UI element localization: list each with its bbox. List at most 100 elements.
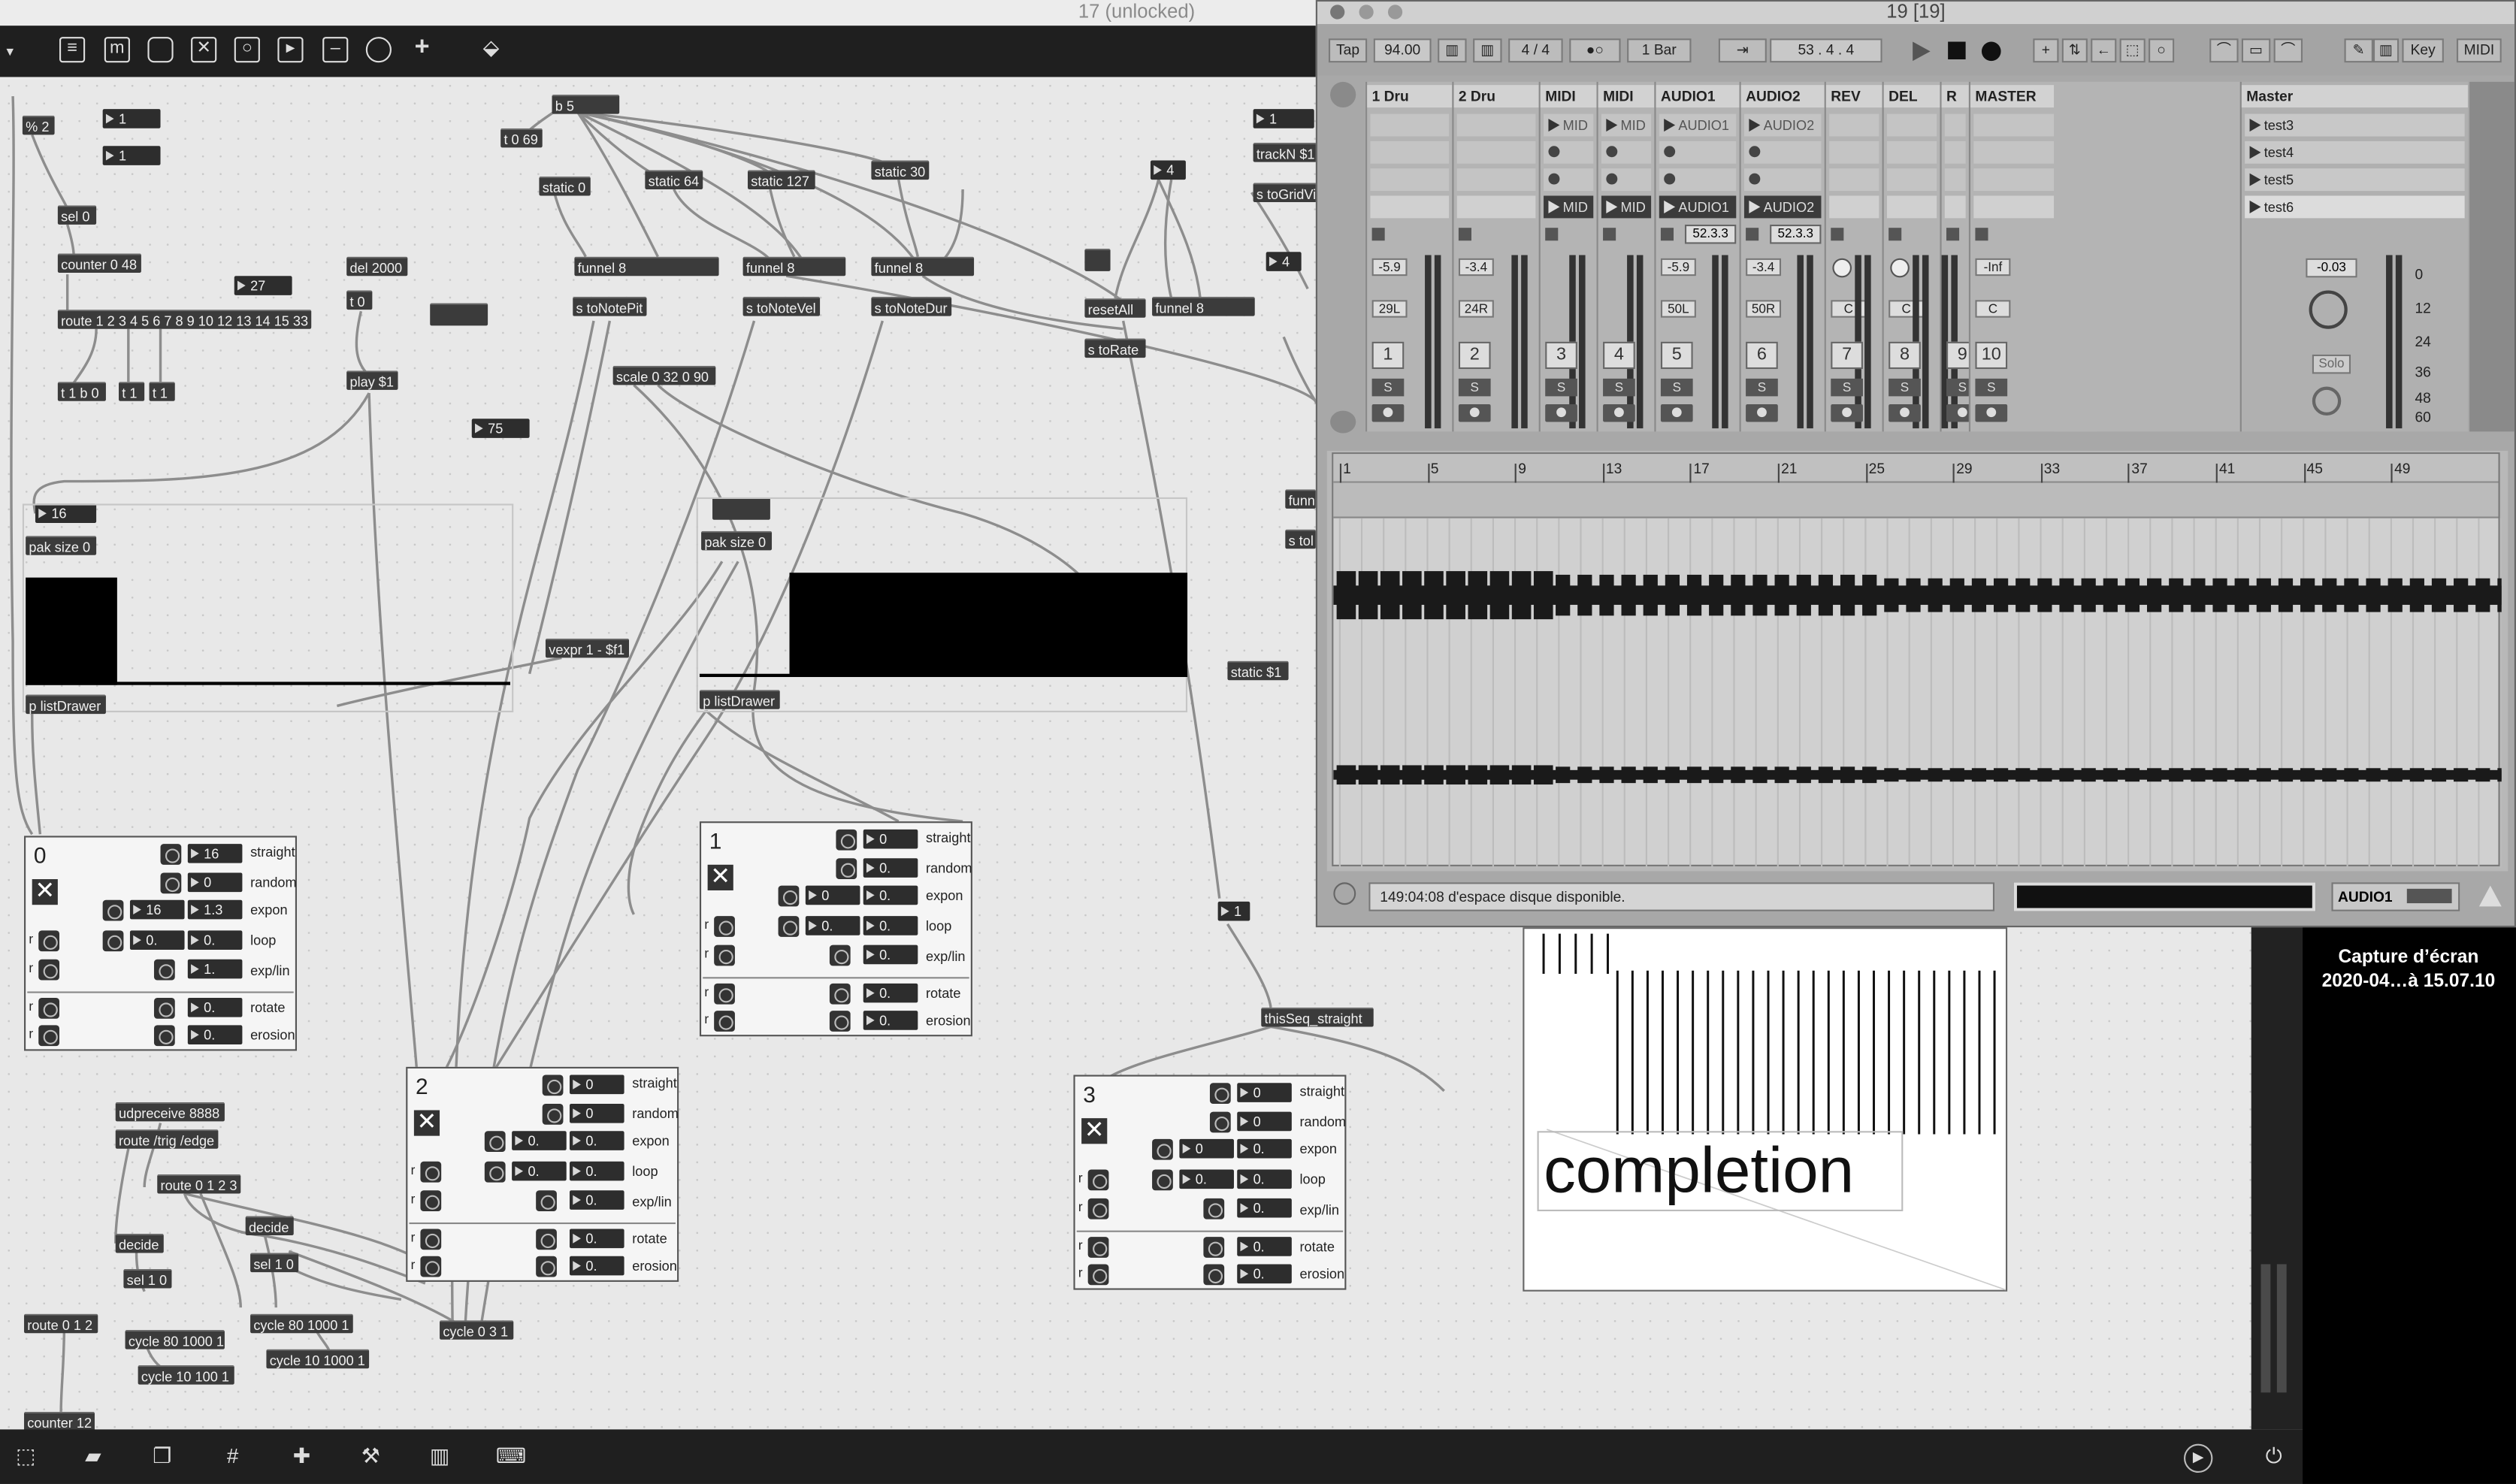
master-pan-knob[interactable] [2309,290,2348,329]
scene-launch[interactable]: test4 [2245,141,2465,164]
toggle[interactable] [1203,1264,1225,1286]
number-box[interactable]: 0. [1237,1198,1292,1218]
quantize-dropdown[interactable]: 1 Bar [1627,38,1692,63]
number-box[interactable]: 0 [1179,1138,1234,1159]
toggle[interactable] [38,959,60,981]
toggle[interactable] [536,1190,557,1212]
pan-field[interactable]: C [1975,300,2011,318]
number-box[interactable]: 0. [863,885,918,905]
arm-button[interactable] [1603,404,1635,422]
listdrawer-object[interactable]: p listDrawer [26,694,106,715]
pan-field[interactable]: 50R [1746,300,1782,318]
number-box[interactable]: 0 [805,885,860,905]
windows-icon[interactable]: ❐ [150,1444,175,1468]
toggle[interactable] [102,899,124,921]
toggle[interactable] [420,1256,442,1277]
funnel-object[interactable]: funnel 8 [871,256,975,277]
toggle[interactable] [420,1229,442,1250]
clip-slot[interactable] [1944,195,1966,219]
clip-slot[interactable] [1659,168,1737,192]
clip-slot[interactable] [1886,141,1937,164]
close-icon[interactable]: ✕ [707,865,733,890]
static-object[interactable]: static 0 [539,176,591,196]
toggle[interactable] [420,1161,442,1183]
solo-button[interactable]: S [1746,378,1778,397]
key-map-button[interactable]: Key [2402,38,2444,63]
loop-punch-in-icon[interactable]: ⌒ [2209,38,2239,63]
master-volume-field[interactable]: -0.03 [2306,258,2357,278]
stop-clip-icon[interactable] [1458,228,1471,241]
toggle[interactable] [160,872,182,894]
number-box[interactable]: 1 [1253,109,1314,128]
arm-button[interactable] [1831,404,1863,422]
toggle[interactable] [542,1074,564,1096]
toggle[interactable] [38,1025,60,1047]
power-icon[interactable]: ⏻ [2260,1444,2286,1468]
decide-object[interactable]: decide [115,1233,164,1253]
number-box[interactable]: 0. [569,1190,624,1210]
track-header[interactable]: 1 Dru [1367,85,1453,108]
clip-slot-playing[interactable]: AUDIO2 [1743,195,1822,219]
track-activator[interactable]: 2 [1458,341,1491,370]
trigger-object[interactable]: t 1 [149,382,175,401]
toggle[interactable] [153,998,175,1019]
clip-slot[interactable] [1743,141,1822,164]
number-box[interactable]: 0. [569,1161,624,1181]
number-box[interactable]: 75 [471,419,530,438]
position-field[interactable]: 53 . 4 . 4 [1770,38,1882,63]
button-object[interactable] [430,303,488,326]
preview-knob[interactable] [2312,386,2342,416]
track-header[interactable]: MIDI [1598,85,1655,108]
static-object[interactable]: static 64 [645,170,703,189]
clip-slot[interactable] [1370,168,1450,192]
funnel-object[interactable]: funnel 8 [574,256,719,277]
number-box[interactable]: 1 [102,146,161,165]
static-object[interactable]: static $1 [1227,660,1289,681]
number-box[interactable]: 0. [863,916,918,935]
solo-button[interactable]: S [1371,378,1405,397]
loop-brace-lane[interactable] [1333,482,2499,518]
route-object[interactable]: route 1 2 3 4 5 6 7 8 9 10 12 13 14 15 3… [57,310,312,329]
track-header[interactable]: MIDI [1540,85,1597,108]
grid-icon[interactable]: # [220,1444,246,1468]
send-object[interactable]: s toNoteVel [742,296,821,316]
number-box[interactable]: 0 [1237,1111,1292,1132]
arm-button[interactable] [1371,404,1405,422]
clip-slot[interactable]: AUDIO2 [1743,113,1822,137]
clip-slot-playing[interactable]: MID [1601,195,1652,219]
clip-slot[interactable] [1601,141,1652,164]
send-knob[interactable] [1832,258,1852,278]
clip-slot[interactable] [1944,113,1966,137]
automation-icon[interactable]: ⇅ [2061,38,2088,63]
toggle[interactable] [1087,1237,1109,1258]
send-object[interactable]: s toGridVi [1253,183,1317,203]
stop-clip-icon[interactable] [1660,228,1674,241]
comment-icon[interactable]: ▰ [80,1444,106,1468]
capture-icon[interactable]: ⬚ [2119,38,2146,63]
toggle[interactable] [714,983,735,1005]
number-box[interactable]: 0. [805,916,860,935]
solo-button[interactable]: S [1458,378,1491,397]
keyboard-icon[interactable]: ⌨ [496,1444,526,1468]
arm-button[interactable] [1660,404,1693,422]
close-icon[interactable]: ✕ [32,879,58,905]
toggle[interactable] [1203,1198,1225,1220]
pan-field[interactable]: 29L [1371,300,1408,318]
piano-icon[interactable]: ▥ [427,1444,452,1468]
message-box[interactable]: thisSeq_straight [1261,1007,1374,1027]
solo-button[interactable]: Solo [2312,354,2351,374]
stop-clip-icon[interactable] [1946,228,1960,241]
clip-slot[interactable] [1743,168,1822,192]
zoom-window-icon[interactable] [1387,5,1403,20]
track-header[interactable]: DEL [1883,85,1940,108]
tempo-field[interactable]: 94.00 [1373,38,1432,63]
cycle-object[interactable]: cycle 10 1000 1 [266,1349,370,1369]
number-box[interactable]: 4 [1150,160,1186,180]
solo-button[interactable]: S [1660,378,1693,397]
clip-slot[interactable] [1829,141,1879,164]
send-object[interactable]: s toNotePit [573,296,647,316]
toggle[interactable] [714,945,735,966]
number-box[interactable]: 1 [102,109,161,128]
toggle[interactable] [484,1131,506,1153]
browser-toggle-icon[interactable] [1330,81,1356,108]
